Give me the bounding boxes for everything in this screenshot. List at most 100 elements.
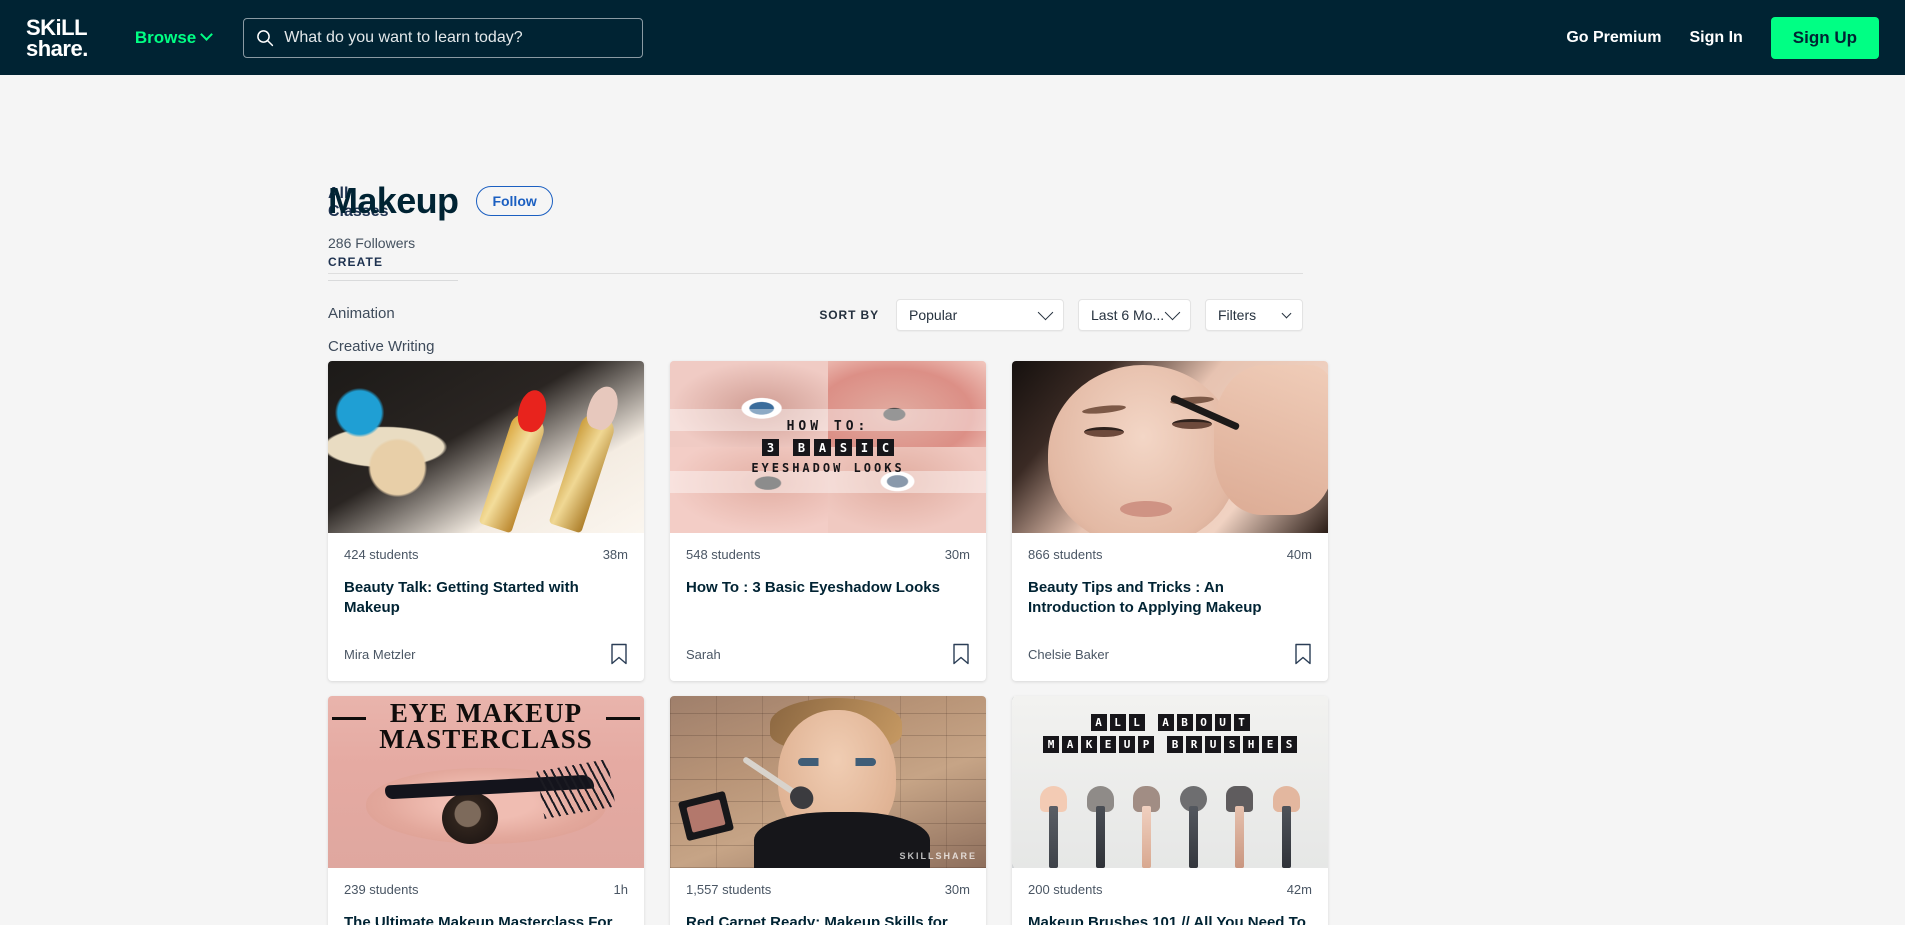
card-body: 1,557 students 30m Red Carpet Ready: Mak…: [670, 868, 986, 925]
student-count: 866 students: [1028, 547, 1103, 562]
duration: 30m: [944, 547, 970, 562]
sign-up-button[interactable]: Sign Up: [1770, 16, 1879, 59]
duration: 30m: [944, 882, 970, 897]
overlay-line-3: EYESHADOW LOOKS: [751, 461, 905, 475]
search-input[interactable]: [284, 28, 631, 47]
letter-tile: U: [1119, 736, 1135, 753]
letter-tile: 3: [762, 439, 779, 456]
overlay-line-1: HOW TO:: [786, 419, 870, 434]
chevron-down-icon: [1037, 304, 1054, 320]
makeup-brush-shape: [1086, 786, 1114, 868]
bookmark-icon[interactable]: [610, 643, 628, 665]
card-meta: 866 students 40m: [1028, 547, 1312, 562]
follow-button[interactable]: Follow: [476, 186, 553, 216]
makeup-brush-shape: [1040, 786, 1068, 868]
thumbnail-overlay-text: HOW TO: 3 B A S I C EYESHADOW LOOKS: [670, 361, 986, 533]
letter-tile: E: [1100, 736, 1116, 753]
chevron-down-icon: [200, 28, 214, 41]
go-premium-link[interactable]: Go Premium: [1566, 29, 1661, 47]
card-author[interactable]: Chelsie Baker: [1028, 647, 1109, 662]
sort-filter-bar: SORT BY Popular Last 6 Mo... Filters: [328, 299, 1303, 331]
letter-tile: A: [1062, 736, 1078, 753]
card-title[interactable]: The Ultimate Makeup Masterclass For Eyes: [344, 913, 628, 925]
chevron-down-icon: [1164, 304, 1181, 320]
lipstick-shape: [478, 410, 548, 533]
class-card[interactable]: A L L A B O U T M A K E U P B R U S H E …: [1012, 696, 1328, 925]
browse-menu[interactable]: Browse: [135, 28, 214, 48]
class-card[interactable]: 424 students 38m Beauty Talk: Getting St…: [328, 361, 644, 681]
card-title[interactable]: Beauty Talk: Getting Started with Makeup: [344, 578, 628, 618]
sort-by-label: SORT BY: [819, 308, 879, 322]
letter-tile: S: [1224, 736, 1240, 753]
letter-tile: B: [1176, 714, 1193, 731]
overlay-line-1: EYE MAKEUP: [389, 698, 583, 728]
makeup-brushes-row: [1012, 776, 1328, 868]
card-body: 424 students 38m Beauty Talk: Getting St…: [328, 533, 644, 643]
followers-count: 286 Followers: [328, 235, 416, 251]
class-card[interactable]: SKILLSHARE 1,557 students 30m Red Carpet…: [670, 696, 986, 925]
page-heading-row: Makeup Follow: [328, 180, 1308, 222]
card-title[interactable]: Beauty Tips and Tricks : An Introduction…: [1028, 578, 1312, 618]
bookmark-icon[interactable]: [952, 643, 970, 665]
card-footer: Sarah: [670, 643, 986, 681]
letter-tile: I: [856, 439, 873, 456]
class-card[interactable]: EYE MAKEUP MASTERCLASS 239 students 1h T…: [328, 696, 644, 925]
logo-line-2: sHare.: [26, 35, 88, 61]
duration: 1h: [613, 882, 628, 897]
letter-tile: P: [1138, 736, 1154, 753]
student-count: 239 students: [344, 882, 419, 897]
sort-select[interactable]: Popular: [896, 299, 1064, 331]
class-thumbnail: SKILLSHARE: [670, 696, 986, 868]
student-count: 1,557 students: [686, 882, 772, 897]
card-author[interactable]: Mira Metzler: [344, 647, 416, 662]
class-thumbnail: [328, 361, 644, 533]
class-card-grid: 424 students 38m Beauty Talk: Getting St…: [328, 361, 1328, 925]
header-divider: [328, 273, 1303, 274]
sort-select-value: Popular: [909, 307, 958, 323]
letter-tile: S: [835, 439, 852, 456]
header-actions: Go Premium Sign In Sign Up: [1566, 16, 1879, 59]
card-body: 866 students 40m Beauty Tips and Tricks …: [1012, 533, 1328, 643]
overlay-rule: [606, 717, 640, 720]
card-meta: 239 students 1h: [344, 882, 628, 897]
card-author[interactable]: Sarah: [686, 647, 721, 662]
card-title[interactable]: Makeup Brushes 101 // All You Need To Kn…: [1028, 913, 1312, 925]
class-card[interactable]: HOW TO: 3 B A S I C EYESHADOW LOOKS 548 …: [670, 361, 986, 681]
letter-tile: A: [1157, 714, 1174, 731]
filters-select[interactable]: Filters: [1205, 299, 1303, 331]
card-footer: Mira Metzler: [328, 643, 644, 681]
eye-shape: [1172, 419, 1212, 429]
letter-tile: T: [1233, 714, 1250, 731]
time-range-value: Last 6 Mo...: [1091, 307, 1165, 323]
duration: 42m: [1286, 882, 1312, 897]
card-title[interactable]: Red Carpet Ready: Makeup Skills for Even…: [686, 913, 970, 925]
card-title[interactable]: How To : 3 Basic Eyeshadow Looks: [686, 578, 970, 598]
site-header: SKiLL sHare. Browse Go Premium Sign In S…: [0, 0, 1905, 75]
eyes-shape: [798, 758, 876, 766]
hand-shape: [1214, 365, 1328, 515]
skillshare-logo[interactable]: SKiLL sHare.: [26, 16, 88, 61]
search-bar[interactable]: [243, 17, 644, 58]
card-body: 239 students 1h The Ultimate Makeup Mast…: [328, 868, 644, 925]
sign-in-link[interactable]: Sign In: [1689, 29, 1742, 47]
class-thumbnail: HOW TO: 3 B A S I C EYESHADOW LOOKS: [670, 361, 986, 533]
letter-tile: S: [1281, 736, 1297, 753]
card-body: 200 students 42m Makeup Brushes 101 // A…: [1012, 868, 1328, 925]
duration: 40m: [1286, 547, 1312, 562]
tile-gap: [1148, 714, 1155, 731]
page-body: All Classes CREATE Animation Creative Wr…: [0, 75, 1905, 925]
class-card[interactable]: 866 students 40m Beauty Tips and Tricks …: [1012, 361, 1328, 681]
letter-tile: O: [1195, 714, 1212, 731]
skillshare-watermark: SKILLSHARE: [899, 851, 977, 861]
duration: 38m: [602, 547, 628, 562]
bookmark-icon[interactable]: [1294, 643, 1312, 665]
letter-tile: U: [1214, 714, 1231, 731]
card-meta: 200 students 42m: [1028, 882, 1312, 897]
lips-shape: [1120, 501, 1172, 517]
letter-tile: L: [1109, 714, 1126, 731]
letter-tile: R: [1186, 736, 1202, 753]
category-sidebar: All Classes CREATE Animation Creative Wr…: [0, 75, 528, 925]
letter-tile: H: [1243, 736, 1259, 753]
time-range-select[interactable]: Last 6 Mo...: [1078, 299, 1191, 331]
class-thumbnail: [1012, 361, 1328, 533]
